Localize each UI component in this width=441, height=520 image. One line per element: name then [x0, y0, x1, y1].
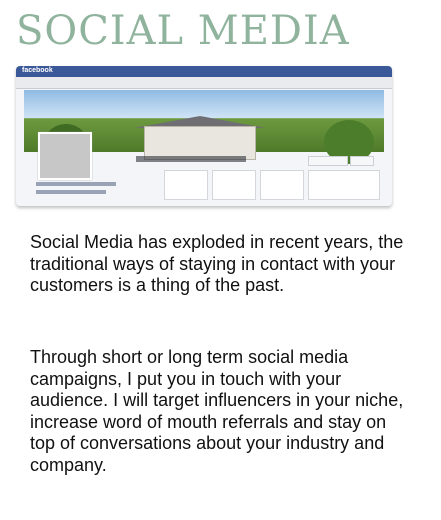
intro-paragraph: Social Media has exploded in recent year… [30, 232, 404, 295]
facebook-logo: facebook [22, 67, 53, 74]
likes-tile [212, 170, 256, 200]
services-paragraph: Through short or long term social media … [30, 347, 404, 475]
profile-picture [38, 132, 92, 180]
facebook-page-screenshot: facebook [16, 66, 392, 206]
about-line [36, 182, 116, 186]
info-tile [308, 170, 380, 200]
facebook-top-bar: facebook [16, 66, 392, 77]
like-button [308, 156, 348, 166]
page-title: SOCIAL MEDIA [16, 8, 350, 54]
message-button [350, 156, 374, 166]
page-name-blur [136, 156, 246, 162]
photo-tile [164, 170, 208, 200]
house-illustration [144, 126, 256, 160]
map-tile [260, 170, 304, 200]
about-line [36, 190, 106, 194]
facebook-nav-bar [16, 77, 392, 89]
